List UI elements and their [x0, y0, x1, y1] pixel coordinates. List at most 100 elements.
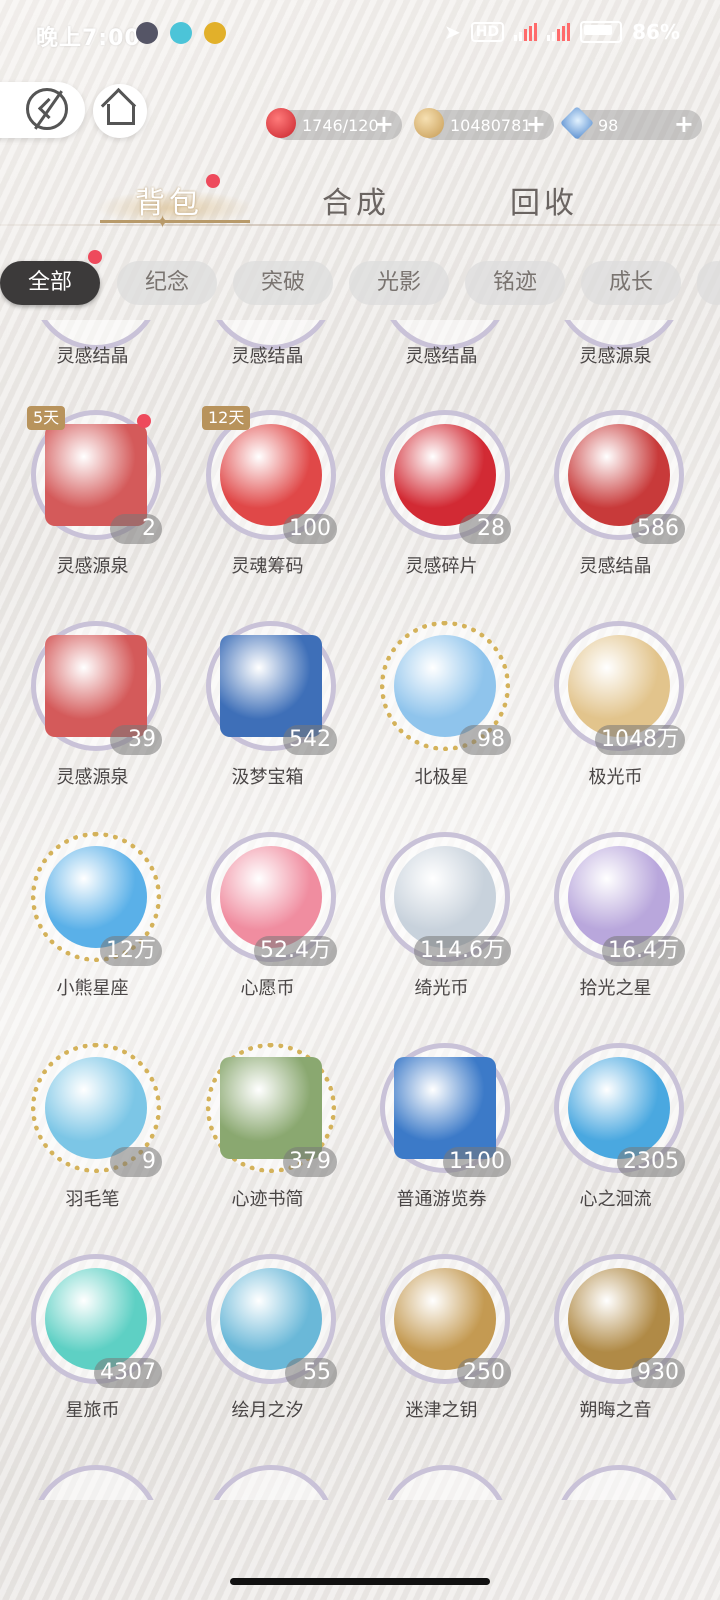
golden-key-icon	[394, 1268, 496, 1370]
item-name: 灵感源泉	[56, 767, 129, 788]
item-name: 星旅币	[65, 1400, 120, 1421]
currency-crystal: 98 +	[560, 106, 702, 140]
status-time: 晚上7:00	[36, 26, 141, 51]
notification-icons	[136, 22, 226, 44]
item-ring	[206, 1465, 336, 1500]
blue-coin-icon	[45, 846, 147, 948]
main-tabs: 背包 合成 回收	[0, 178, 720, 222]
signal-icon	[514, 23, 538, 41]
item-count: 2305	[617, 1147, 685, 1177]
avatar-app-icon	[136, 22, 158, 44]
silver-coin-icon	[394, 846, 496, 948]
apple-box-icon	[45, 635, 147, 737]
item-count: 379	[283, 1147, 337, 1177]
add-apple-button[interactable]: +	[374, 111, 394, 137]
expiry-badge: 12天	[202, 406, 251, 430]
add-coin-button[interactable]: +	[526, 111, 546, 137]
blue-chest-icon	[220, 635, 322, 737]
item-count: 52.4万	[254, 936, 337, 966]
item-name: 灵感结晶	[231, 346, 304, 367]
status-right: ➤ HD 86%	[444, 20, 680, 44]
item-name: 汲梦宝箱	[231, 767, 304, 788]
home-button[interactable]	[93, 84, 147, 138]
item-count: 39	[110, 725, 162, 755]
music-app-icon	[204, 22, 226, 44]
item-count: 1100	[443, 1147, 511, 1177]
item-count: 2	[110, 514, 162, 544]
item-name: 绘月之汐	[231, 1400, 304, 1421]
item-name: 灵感源泉	[579, 346, 652, 367]
chip-growth[interactable]: 成长	[581, 261, 681, 305]
back-button[interactable]	[0, 82, 85, 138]
gesture-bar	[230, 1578, 490, 1585]
apples-icon	[394, 424, 496, 526]
tabs-divider	[0, 224, 720, 226]
new-item-dot	[137, 414, 151, 428]
status-bar: 晚上7:00 ➤ HD 86%	[0, 0, 720, 72]
tab-synthesize[interactable]: 合成	[322, 178, 390, 222]
chip-all[interactable]: 全部	[0, 261, 100, 305]
item-count: 114.6万	[414, 936, 511, 966]
chip-more[interactable]	[697, 261, 720, 305]
item-name: 拾光之星	[579, 978, 652, 999]
chip-commemorate[interactable]: 纪念	[117, 261, 217, 305]
item-count: 9	[110, 1147, 162, 1177]
item-count: 98	[459, 725, 511, 755]
item-name: 羽毛笔	[65, 1189, 120, 1210]
item-count: 930	[631, 1358, 685, 1388]
apple-basket-icon	[568, 424, 670, 526]
item-count: 542	[283, 725, 337, 755]
inventory-grid: 灵感结晶 灵感结晶 灵感结晶 灵感源泉 5天 2 灵感源泉 12天 100 灵魂筹码 28 灵感碎片 5…	[0, 320, 720, 1500]
crystal-icon	[394, 635, 496, 737]
item-count: 28	[459, 514, 511, 544]
currency-value: 10480781	[450, 115, 532, 135]
item-name: 灵感源泉	[56, 556, 129, 577]
astrolabe-icon	[568, 1268, 670, 1370]
item-count: 16.4万	[602, 936, 685, 966]
chip-token-icon	[220, 424, 322, 526]
item-ring	[554, 1465, 684, 1500]
coin-currency-icon	[414, 108, 444, 138]
item-name: 灵感碎片	[405, 556, 478, 577]
expiry-badge: 5天	[27, 406, 66, 430]
quill-icon	[45, 1057, 147, 1159]
item-name: 极光币	[588, 767, 643, 788]
apple-currency-icon	[266, 108, 296, 138]
tab-active-indicator	[100, 220, 250, 223]
item-name: 灵魂筹码	[231, 556, 304, 577]
item-count: 4307	[94, 1358, 162, 1388]
item-name: 小熊星座	[56, 978, 129, 999]
item-name: 心愿币	[240, 978, 295, 999]
item-count: 100	[283, 514, 337, 544]
chip-breakthrough[interactable]: 突破	[233, 261, 333, 305]
item-count: 1048万	[595, 725, 685, 755]
item-name: 迷津之钥	[405, 1400, 478, 1421]
back-arrow-icon	[26, 88, 68, 130]
battery-icon	[580, 21, 623, 43]
chip-inscription[interactable]: 铭迹	[465, 261, 565, 305]
tab-recycle[interactable]: 回收	[510, 178, 578, 222]
item-name: 心之洄流	[579, 1189, 652, 1210]
teal-coin-icon	[45, 1268, 147, 1370]
signal-icon-2	[547, 23, 571, 41]
tab-star-icon: ✦	[155, 212, 171, 233]
tab-backpack-new-dot	[206, 174, 220, 188]
currency-coin: 10480781 +	[414, 108, 554, 140]
apple-box-icon	[45, 424, 147, 526]
item-name: 普通游览券	[396, 1189, 487, 1210]
sparkle-star-icon	[568, 846, 670, 948]
ticket-icon	[394, 1057, 496, 1159]
item-ring	[31, 1465, 161, 1500]
item-count: 12万	[100, 936, 162, 966]
water-drop-icon	[568, 1057, 670, 1159]
hd-badge-icon: HD	[470, 22, 505, 42]
item-name: 绮光币	[414, 978, 469, 999]
location-icon: ➤	[444, 20, 461, 44]
letter-icon	[220, 1057, 322, 1159]
add-crystal-button[interactable]: +	[674, 111, 694, 137]
chip-light-shadow[interactable]: 光影	[349, 261, 449, 305]
item-count: 55	[285, 1358, 337, 1388]
currency-apple: 1746/120 +	[266, 108, 402, 140]
item-name: 灵感结晶	[56, 346, 129, 367]
item-count: 586	[631, 514, 685, 544]
